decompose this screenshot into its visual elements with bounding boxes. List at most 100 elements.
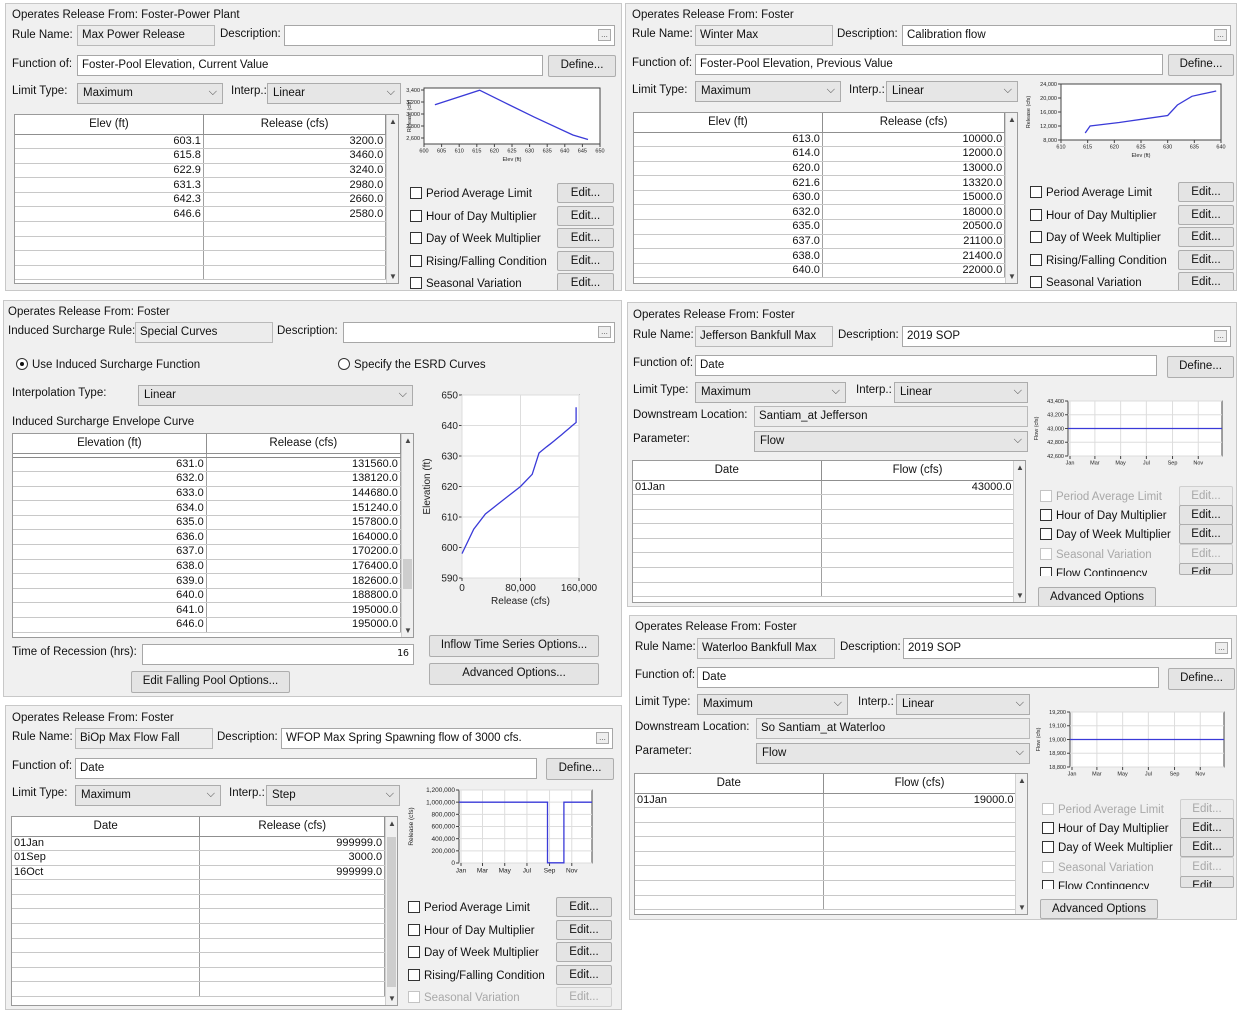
column-header-2[interactable]: Release (cfs): [822, 113, 1006, 133]
downstream-location-field[interactable]: So Santiam_at Waterloo: [756, 718, 1030, 739]
table-row[interactable]: [15, 250, 398, 266]
table-row[interactable]: [12, 952, 397, 968]
table-cell-value[interactable]: 21100.0: [822, 234, 1006, 250]
table-cell-key[interactable]: 637.0: [634, 234, 823, 250]
table-cell-value[interactable]: 3460.0: [203, 148, 387, 164]
column-header-1[interactable]: Elev (ft): [634, 113, 823, 133]
edit-button[interactable]: Edit...: [1178, 249, 1234, 270]
table-cell-value[interactable]: 19000.0: [823, 793, 1017, 809]
table-cell-value[interactable]: [203, 221, 387, 237]
table-cell-value[interactable]: [823, 807, 1017, 823]
column-header-2[interactable]: Release (cfs): [203, 115, 387, 135]
option-checkbox-hour-of-day-multiplier[interactable]: Hour of Day Multiplier: [1042, 822, 1169, 835]
table-cell-value[interactable]: 43000.0: [821, 480, 1015, 496]
downstream-location-field[interactable]: Santiam_at Jefferson: [754, 406, 1028, 427]
table-row[interactable]: 622.9 3240.0: [15, 163, 398, 179]
column-header-2[interactable]: Flow (cfs): [823, 774, 1017, 794]
description-field[interactable]: WFOP Max Spring Spawning flow of 3000 cf…: [281, 728, 613, 749]
table-cell-key[interactable]: [12, 981, 201, 998]
table-cell-value[interactable]: 188800.0: [206, 588, 401, 604]
table-cell-value[interactable]: 170200.0: [206, 544, 401, 560]
table-cell-key[interactable]: 635.0: [13, 515, 207, 531]
description-field[interactable]: 2019 SOP...: [903, 638, 1232, 659]
rule-name-field[interactable]: Winter Max: [695, 25, 833, 46]
column-header-1[interactable]: Elevation (ft): [13, 434, 207, 454]
table-row[interactable]: 631.0 131560.0: [13, 457, 413, 473]
rule-table[interactable]: Date Flow (cfs) 01Jan 19000.0 ▲ ▼: [634, 773, 1028, 915]
table-cell-value[interactable]: [823, 895, 1017, 911]
table-cell-key[interactable]: 603.1: [15, 134, 204, 150]
edit-button[interactable]: Edit...: [556, 942, 612, 963]
table-cell-key[interactable]: [633, 494, 822, 510]
function-of-field[interactable]: Foster-Pool Elevation, Previous Value: [695, 54, 1163, 75]
table-cell-value[interactable]: 13000.0: [822, 161, 1006, 177]
edit-button[interactable]: Edit...: [557, 228, 614, 249]
table-cell-key[interactable]: [633, 567, 822, 583]
define-button[interactable]: Define...: [548, 55, 616, 77]
table-row[interactable]: [12, 894, 397, 910]
table-scrollbar[interactable]: ▲ ▼: [401, 434, 413, 637]
table-cell-key[interactable]: [15, 250, 204, 266]
table-cell-value[interactable]: [821, 552, 1015, 569]
table-row[interactable]: [633, 552, 1025, 569]
table-cell-key[interactable]: [635, 895, 824, 911]
table-cell-value[interactable]: [821, 494, 1015, 510]
edit-button[interactable]: Edit...: [1178, 227, 1234, 248]
table-cell-key[interactable]: [12, 967, 201, 983]
option-checkbox-seasonal-variation[interactable]: Seasonal Variation: [410, 277, 522, 290]
table-row[interactable]: 638.0 21400.0: [634, 248, 1017, 264]
table-cell-key[interactable]: 614.0: [634, 146, 823, 162]
table-cell-value[interactable]: [199, 967, 386, 983]
rule-name-field[interactable]: Jefferson Bankfull Max: [695, 326, 833, 347]
table-cell-key[interactable]: 632.0: [13, 471, 207, 487]
table-cell-value[interactable]: 144680.0: [206, 486, 401, 502]
table-cell-value[interactable]: 20500.0: [822, 219, 1006, 235]
table-cell-key[interactable]: [15, 265, 204, 281]
table-cell-value[interactable]: 22000.0: [822, 263, 1006, 279]
option-checkbox-period-average-limit[interactable]: Period Average Limit: [410, 187, 532, 200]
advanced-options-button[interactable]: Advanced Options...: [429, 663, 599, 685]
table-scrollbar[interactable]: ▲ ▼: [385, 817, 397, 1005]
table-cell-key[interactable]: [15, 236, 204, 252]
table-cell-value[interactable]: [199, 938, 386, 954]
table-cell-key[interactable]: 641.0: [13, 602, 207, 619]
option-checkbox-rising-falling-condition[interactable]: Rising/Falling Condition: [408, 968, 545, 982]
define-button[interactable]: Define...: [1167, 356, 1234, 378]
table-scrollbar[interactable]: ▲ ▼: [386, 115, 398, 283]
define-button[interactable]: Define...: [1168, 668, 1235, 690]
table-cell-value[interactable]: 21400.0: [822, 248, 1006, 264]
table-row[interactable]: 16Oct 999999.0: [12, 865, 397, 881]
table-row[interactable]: [635, 880, 1027, 896]
table-row[interactable]: 632.0 138120.0: [13, 471, 413, 487]
define-button[interactable]: Define...: [546, 758, 614, 780]
edit-button[interactable]: Edit...: [1180, 875, 1234, 888]
table-cell-key[interactable]: 638.0: [634, 248, 823, 264]
table-cell-key[interactable]: 640.0: [13, 588, 207, 604]
table-row[interactable]: [12, 967, 397, 983]
interp-dropdown[interactable]: Linear ⌵: [894, 382, 1028, 403]
function-of-field[interactable]: Foster-Pool Elevation, Current Value: [77, 55, 543, 76]
table-row[interactable]: 630.0 15000.0: [634, 190, 1017, 206]
table-cell-value[interactable]: [199, 908, 386, 925]
limit-type-dropdown[interactable]: Maximum ⌵: [77, 83, 223, 104]
ellipsis-icon[interactable]: ...: [598, 29, 611, 41]
option-checkbox-hour-of-day-multiplier[interactable]: Hour of Day Multiplier: [408, 923, 535, 937]
rule-name-field[interactable]: Max Power Release: [77, 25, 215, 46]
table-row[interactable]: [12, 923, 397, 939]
table-cell-key[interactable]: [635, 880, 824, 896]
table-row[interactable]: [633, 538, 1025, 554]
table-cell-key[interactable]: 634.0: [13, 500, 207, 516]
rule-table[interactable]: Date Flow (cfs) 01Jan 43000.0 ▲ ▼: [632, 460, 1026, 603]
table-row[interactable]: [635, 895, 1027, 911]
table-row[interactable]: [12, 879, 397, 895]
table-row[interactable]: 635.0 20500.0: [634, 219, 1017, 235]
table-row[interactable]: [15, 221, 398, 237]
table-cell-value[interactable]: [823, 880, 1017, 896]
table-cell-value[interactable]: [199, 952, 386, 968]
description-field[interactable]: ...: [284, 25, 615, 46]
table-row[interactable]: 635.0 157800.0: [13, 515, 413, 531]
table-row[interactable]: [633, 509, 1025, 525]
edit-button[interactable]: Edit...: [557, 183, 614, 203]
edit-button[interactable]: Edit...: [557, 205, 614, 226]
table-row[interactable]: 01Jan 999999.0: [12, 836, 397, 852]
